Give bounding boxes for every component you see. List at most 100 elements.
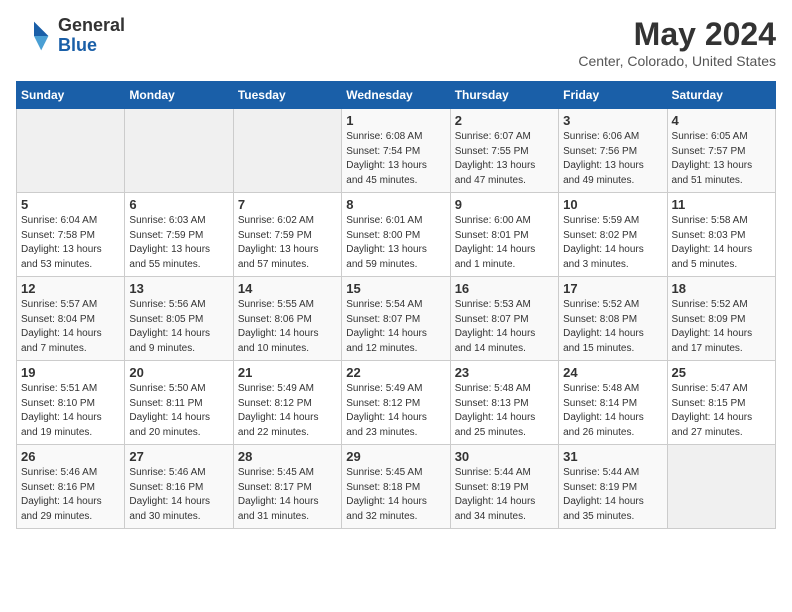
day-info: Sunrise: 5:49 AM Sunset: 8:12 PM Dayligh… — [346, 382, 445, 440]
week-row-4: 19 Sunrise: 5:51 AM Sunset: 8:10 PM Dayli… — [17, 361, 776, 445]
day-number: 5 — [21, 197, 120, 212]
day-cell: 15 Sunrise: 5:54 AM Sunset: 8:07 PM Dayli… — [342, 277, 450, 361]
day-cell — [667, 445, 775, 529]
day-cell: 26 Sunrise: 5:46 AM Sunset: 8:16 PM Dayli… — [17, 445, 125, 529]
day-cell: 23Sunrise: 5:48 AM Sunset: 8:13 PM Dayli… — [450, 361, 558, 445]
day-number: 28 — [238, 449, 337, 464]
day-number: 29 — [346, 449, 445, 464]
day-number: 30 — [455, 449, 554, 464]
day-cell: 28 Sunrise: 5:45 AM Sunset: 8:17 PM Dayli… — [233, 445, 341, 529]
day-info: Sunrise: 5:49 AM Sunset: 8:12 PM Dayligh… — [238, 382, 337, 440]
day-header-saturday: Saturday — [667, 82, 775, 109]
day-number: 15 — [346, 281, 445, 296]
day-info: Sunrise: 5:45 AM Sunset: 8:17 PM Dayligh… — [238, 466, 337, 524]
day-info: Sunrise: 5:48 AM Sunset: 8:13 PM Dayligh… — [455, 382, 554, 440]
day-cell — [17, 109, 125, 193]
day-cell: 19 Sunrise: 5:51 AM Sunset: 8:10 PM Dayli… — [17, 361, 125, 445]
day-number: 12 — [21, 281, 120, 296]
day-header-friday: Friday — [559, 82, 667, 109]
logo-icon — [16, 18, 52, 54]
day-cell: 21 Sunrise: 5:49 AM Sunset: 8:12 PM Dayli… — [233, 361, 341, 445]
page-header: General Blue May 2024 Center, Colorado, … — [16, 16, 776, 69]
day-info: Sunrise: 6:01 AM Sunset: 8:00 PM Dayligh… — [346, 214, 445, 272]
day-header-sunday: Sunday — [17, 82, 125, 109]
day-number: 6 — [129, 197, 228, 212]
day-cell: 29 Sunrise: 5:45 AM Sunset: 8:18 PM Dayli… — [342, 445, 450, 529]
logo: General Blue — [16, 16, 125, 56]
day-number: 9 — [455, 197, 554, 212]
day-info: Sunrise: 5:51 AM Sunset: 8:10 PM Dayligh… — [21, 382, 120, 440]
day-cell: 13Sunrise: 5:56 AM Sunset: 8:05 PM Dayli… — [125, 277, 233, 361]
day-number: 17 — [563, 281, 662, 296]
day-info: Sunrise: 5:46 AM Sunset: 8:16 PM Dayligh… — [21, 466, 120, 524]
day-cell: 17 Sunrise: 5:52 AM Sunset: 8:08 PM Dayli… — [559, 277, 667, 361]
day-number: 20 — [129, 365, 228, 380]
day-info: Sunrise: 6:03 AM Sunset: 7:59 PM Dayligh… — [129, 214, 228, 272]
day-cell: 5 Sunrise: 6:04 AM Sunset: 7:58 PM Daylig… — [17, 193, 125, 277]
logo-blue: Blue — [58, 35, 97, 55]
month-title: May 2024 — [578, 16, 776, 53]
day-number: 26 — [21, 449, 120, 464]
day-cell: 4 Sunrise: 6:05 AM Sunset: 7:57 PM Daylig… — [667, 109, 775, 193]
day-number: 7 — [238, 197, 337, 212]
day-cell: 30 Sunrise: 5:44 AM Sunset: 8:19 PM Dayli… — [450, 445, 558, 529]
day-number: 10 — [563, 197, 662, 212]
location: Center, Colorado, United States — [578, 53, 776, 69]
day-info: Sunrise: 5:55 AM Sunset: 8:06 PM Dayligh… — [238, 298, 337, 356]
day-number: 24 — [563, 365, 662, 380]
day-info: Sunrise: 5:48 AM Sunset: 8:14 PM Dayligh… — [563, 382, 662, 440]
day-number: 1 — [346, 113, 445, 128]
logo-general: General — [58, 15, 125, 35]
week-row-3: 12Sunrise: 5:57 AM Sunset: 8:04 PM Dayli… — [17, 277, 776, 361]
day-cell: 7Sunrise: 6:02 AM Sunset: 7:59 PM Daylig… — [233, 193, 341, 277]
day-cell: 8 Sunrise: 6:01 AM Sunset: 8:00 PM Daylig… — [342, 193, 450, 277]
day-info: Sunrise: 5:53 AM Sunset: 8:07 PM Dayligh… — [455, 298, 554, 356]
day-cell: 11Sunrise: 5:58 AM Sunset: 8:03 PM Dayli… — [667, 193, 775, 277]
day-cell: 20 Sunrise: 5:50 AM Sunset: 8:11 PM Dayli… — [125, 361, 233, 445]
title-block: May 2024 Center, Colorado, United States — [578, 16, 776, 69]
day-number: 19 — [21, 365, 120, 380]
day-cell: 12Sunrise: 5:57 AM Sunset: 8:04 PM Dayli… — [17, 277, 125, 361]
day-cell: 6 Sunrise: 6:03 AM Sunset: 7:59 PM Daylig… — [125, 193, 233, 277]
day-info: Sunrise: 5:45 AM Sunset: 8:18 PM Dayligh… — [346, 466, 445, 524]
day-cell: 10 Sunrise: 5:59 AM Sunset: 8:02 PM Dayli… — [559, 193, 667, 277]
day-cell: 27Sunrise: 5:46 AM Sunset: 8:16 PM Dayli… — [125, 445, 233, 529]
day-info: Sunrise: 5:46 AM Sunset: 8:16 PM Dayligh… — [129, 466, 228, 524]
logo-text: General Blue — [58, 16, 125, 56]
day-info: Sunrise: 5:50 AM Sunset: 8:11 PM Dayligh… — [129, 382, 228, 440]
day-info: Sunrise: 6:04 AM Sunset: 7:58 PM Dayligh… — [21, 214, 120, 272]
day-info: Sunrise: 6:00 AM Sunset: 8:01 PM Dayligh… — [455, 214, 554, 272]
day-number: 31 — [563, 449, 662, 464]
day-number: 2 — [455, 113, 554, 128]
day-header-thursday: Thursday — [450, 82, 558, 109]
day-info: Sunrise: 5:52 AM Sunset: 8:08 PM Dayligh… — [563, 298, 662, 356]
day-info: Sunrise: 6:05 AM Sunset: 7:57 PM Dayligh… — [672, 130, 771, 188]
day-header-monday: Monday — [125, 82, 233, 109]
day-info: Sunrise: 5:54 AM Sunset: 8:07 PM Dayligh… — [346, 298, 445, 356]
day-info: Sunrise: 6:07 AM Sunset: 7:55 PM Dayligh… — [455, 130, 554, 188]
day-cell: 9 Sunrise: 6:00 AM Sunset: 8:01 PM Daylig… — [450, 193, 558, 277]
day-cell: 22Sunrise: 5:49 AM Sunset: 8:12 PM Dayli… — [342, 361, 450, 445]
day-info: Sunrise: 5:59 AM Sunset: 8:02 PM Dayligh… — [563, 214, 662, 272]
day-number: 16 — [455, 281, 554, 296]
day-info: Sunrise: 5:56 AM Sunset: 8:05 PM Dayligh… — [129, 298, 228, 356]
day-header-tuesday: Tuesday — [233, 82, 341, 109]
day-cell: 1Sunrise: 6:08 AM Sunset: 7:54 PM Daylig… — [342, 109, 450, 193]
day-cell: 25Sunrise: 5:47 AM Sunset: 8:15 PM Dayli… — [667, 361, 775, 445]
day-cell: 2 Sunrise: 6:07 AM Sunset: 7:55 PM Daylig… — [450, 109, 558, 193]
week-row-2: 5 Sunrise: 6:04 AM Sunset: 7:58 PM Daylig… — [17, 193, 776, 277]
header-row: SundayMondayTuesdayWednesdayThursdayFrid… — [17, 82, 776, 109]
day-info: Sunrise: 5:44 AM Sunset: 8:19 PM Dayligh… — [563, 466, 662, 524]
week-row-5: 26 Sunrise: 5:46 AM Sunset: 8:16 PM Dayli… — [17, 445, 776, 529]
day-header-wednesday: Wednesday — [342, 82, 450, 109]
day-number: 25 — [672, 365, 771, 380]
day-info: Sunrise: 5:44 AM Sunset: 8:19 PM Dayligh… — [455, 466, 554, 524]
day-info: Sunrise: 6:06 AM Sunset: 7:56 PM Dayligh… — [563, 130, 662, 188]
day-cell: 16 Sunrise: 5:53 AM Sunset: 8:07 PM Dayli… — [450, 277, 558, 361]
day-number: 8 — [346, 197, 445, 212]
calendar-table: SundayMondayTuesdayWednesdayThursdayFrid… — [16, 81, 776, 529]
day-number: 21 — [238, 365, 337, 380]
day-number: 4 — [672, 113, 771, 128]
week-row-1: 1Sunrise: 6:08 AM Sunset: 7:54 PM Daylig… — [17, 109, 776, 193]
day-number: 3 — [563, 113, 662, 128]
